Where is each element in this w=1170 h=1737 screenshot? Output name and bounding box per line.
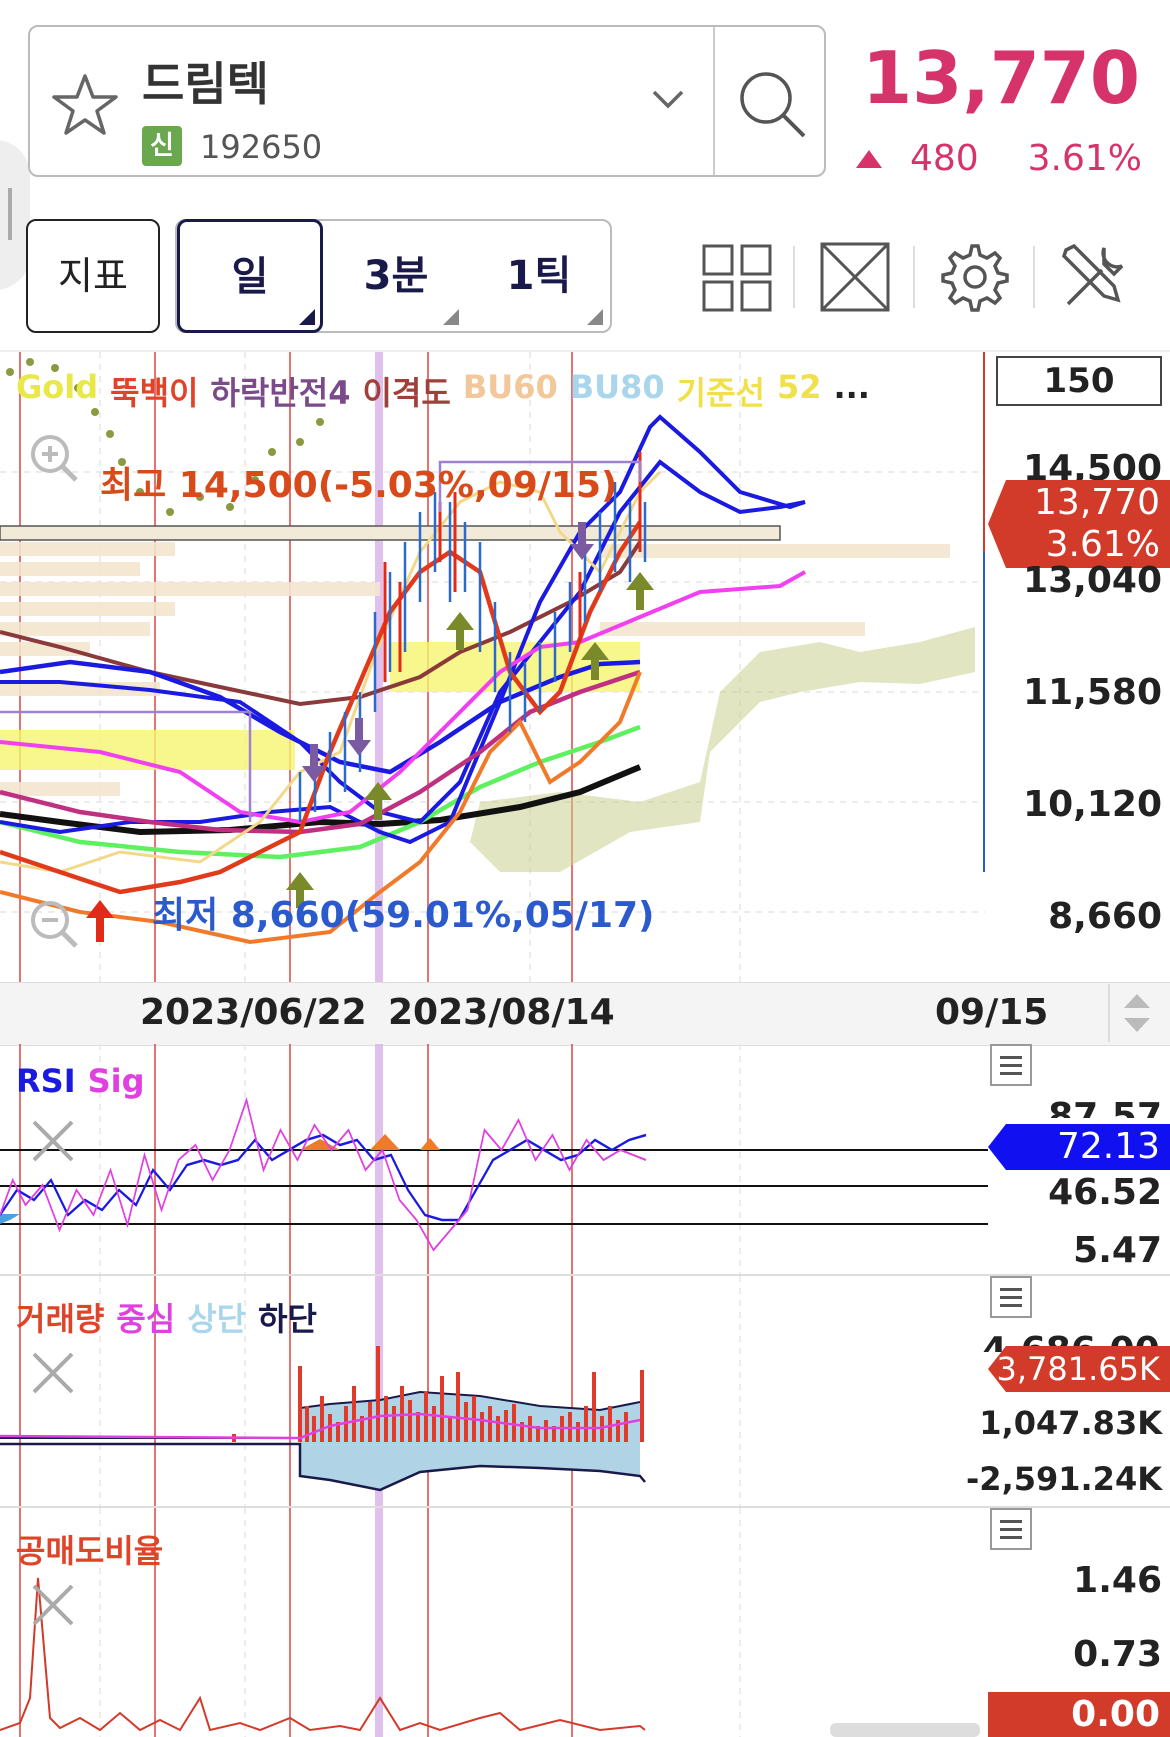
short-axis-label: 0.73 bbox=[1073, 1634, 1162, 1675]
rsi-axis-label: 5.47 bbox=[1073, 1230, 1162, 1271]
zoom-in-icon[interactable] bbox=[28, 432, 80, 484]
low-price-label: 최저 8,660(59.01%,05/17) bbox=[152, 895, 655, 936]
main-chart-legend[interactable]: Gold 뚝백이 하락반전4 이격도 BU60 BU80 기준선 52 ... bbox=[16, 368, 870, 414]
legend-short-ratio: 공매도비율 bbox=[16, 1532, 164, 1570]
gear-icon[interactable] bbox=[938, 240, 1012, 314]
current-price: 13,770 bbox=[862, 36, 1140, 120]
legend-sig: Sig bbox=[87, 1062, 145, 1100]
short-axis-label: 1.46 bbox=[1073, 1560, 1162, 1601]
volume-current-tag: 3,781.65K bbox=[988, 1346, 1170, 1392]
close-icon[interactable] bbox=[30, 1582, 76, 1628]
date-axis-label: 2023/06/22 bbox=[140, 992, 367, 1033]
legend-ttukbaegi: 뚝백이 bbox=[110, 374, 199, 412]
tab-3min-corner bbox=[443, 309, 459, 325]
date-axis-label: 2023/08/14 bbox=[388, 992, 615, 1033]
fullscreen-icon[interactable] bbox=[818, 240, 892, 314]
rsi-menu-button[interactable] bbox=[990, 1044, 1032, 1086]
rsi-axis-label: 46.52 bbox=[1048, 1172, 1162, 1213]
rsi-axis-label: 87.57 bbox=[1048, 1096, 1162, 1118]
rsi-current-value: 72.13 bbox=[1056, 1126, 1160, 1167]
short-current-value: 0.00 bbox=[1071, 1694, 1160, 1735]
search-box-divider bbox=[713, 27, 715, 175]
legend-upper: 상단 bbox=[187, 1300, 247, 1338]
search-icon[interactable] bbox=[734, 66, 810, 142]
legend-bu60: BU60 bbox=[462, 368, 558, 406]
price-axis-label: 11,580 bbox=[1023, 672, 1162, 713]
rsi-chart[interactable] bbox=[0, 1044, 990, 1274]
toolbar-divider bbox=[793, 246, 795, 308]
legend-volume: 거래량 bbox=[16, 1300, 105, 1338]
rsi-current-tag: 72.13 bbox=[988, 1124, 1170, 1170]
date-axis-label: 09/15 bbox=[935, 992, 1049, 1033]
legend-reversal: 하락반전4 bbox=[210, 374, 351, 412]
toolbar-divider bbox=[913, 246, 915, 308]
price-change: 480 bbox=[910, 138, 979, 179]
new-listing-badge: 신 bbox=[142, 126, 182, 166]
stock-code: 192650 bbox=[200, 128, 323, 166]
price-change-percent: 3.61% bbox=[1027, 138, 1142, 179]
legend-gold: Gold bbox=[16, 368, 99, 406]
legend-bu80: BU80 bbox=[569, 368, 665, 406]
price-axis-label: 8,660 bbox=[1048, 896, 1162, 937]
current-price-tag: 13,770 3.61% bbox=[988, 480, 1170, 568]
legend-lower: 하단 bbox=[258, 1300, 317, 1338]
current-price-tag-value: 13,770 bbox=[1034, 482, 1160, 523]
legend-more[interactable]: ... bbox=[833, 368, 869, 414]
period-box[interactable]: 150 bbox=[996, 356, 1162, 406]
tab-day-corner bbox=[299, 309, 315, 325]
volume-menu-button[interactable] bbox=[990, 1276, 1032, 1318]
volume-axis-label: 1,047.83K bbox=[979, 1404, 1162, 1442]
legend-rsi: RSI bbox=[16, 1062, 76, 1100]
current-price-tag-percent: 3.61% bbox=[1045, 524, 1160, 565]
volume-legend[interactable]: 거래량 중심 상단 하단 bbox=[16, 1294, 317, 1340]
zoom-out-icon[interactable] bbox=[28, 898, 80, 950]
legend-52: 52 bbox=[776, 368, 822, 406]
tools-icon[interactable] bbox=[1058, 240, 1132, 314]
toolbar-divider bbox=[1033, 246, 1035, 308]
legend-center: 중심 bbox=[116, 1300, 176, 1338]
close-icon[interactable] bbox=[30, 1118, 76, 1164]
stock-name[interactable]: 드림텍 bbox=[142, 48, 269, 114]
volume-axis-label: -2,591.24K bbox=[966, 1460, 1162, 1498]
chevron-down-icon[interactable] bbox=[650, 88, 686, 112]
short-selling-legend[interactable]: 공매도비율 bbox=[16, 1526, 163, 1572]
favorite-star-icon[interactable] bbox=[50, 70, 120, 140]
close-icon[interactable] bbox=[30, 1350, 76, 1396]
legend-baseline: 기준선 bbox=[676, 374, 765, 412]
price-axis-label: 10,120 bbox=[1023, 784, 1162, 825]
date-axis-divider bbox=[1108, 984, 1110, 1042]
legend-disparity: 이격도 bbox=[362, 374, 451, 412]
short-current-tag: 0.00 bbox=[988, 1692, 1170, 1737]
period-tab-group: 일 3분 1틱 bbox=[175, 219, 612, 333]
up-triangle-icon bbox=[856, 150, 882, 168]
volume-current-value: 3,781.65K bbox=[996, 1350, 1160, 1388]
high-price-label: 최고 14,500(-5.03%,09/15) bbox=[100, 465, 618, 506]
price-axis-label: 13,040 bbox=[1023, 560, 1162, 601]
indicator-button[interactable]: 지표 bbox=[26, 219, 160, 333]
tab-1tick-corner bbox=[587, 309, 603, 325]
layout-grid-icon[interactable] bbox=[700, 240, 774, 314]
scroll-updown-icon[interactable] bbox=[1120, 990, 1154, 1036]
short-selling-menu-button[interactable] bbox=[990, 1508, 1032, 1550]
left-edge-grip bbox=[8, 188, 12, 240]
rsi-legend[interactable]: RSI Sig bbox=[16, 1062, 145, 1100]
